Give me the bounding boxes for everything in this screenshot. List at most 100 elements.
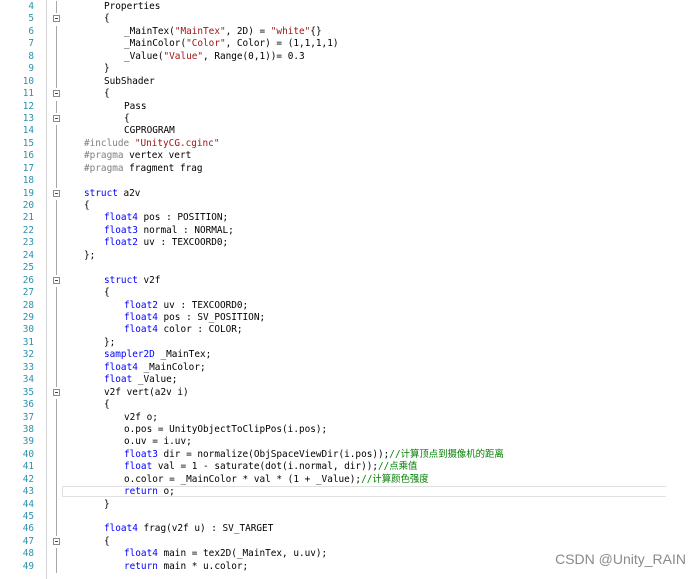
code-token: vertex vert bbox=[129, 150, 192, 162]
code-line[interactable]: 29 float4 pos : SV_POSITION; bbox=[0, 312, 668, 325]
code-token: //计算颜色强度 bbox=[361, 473, 429, 485]
code-token: float4 bbox=[104, 361, 144, 373]
code-line[interactable]: 41 float val = 1 - saturate(dot(i.normal,… bbox=[0, 461, 668, 474]
code-text: #include "UnityCG.cginc" bbox=[84, 138, 219, 150]
code-text: CGPROGRAM bbox=[124, 125, 175, 137]
code-line[interactable]: 26 struct v2f bbox=[0, 275, 668, 287]
code-line[interactable]: 45 bbox=[0, 511, 668, 524]
code-line[interactable]: 6 _MainTex("MainTex", 2D) = "white"{} bbox=[0, 25, 668, 39]
fold-guide bbox=[56, 137, 57, 151]
code-token: pos : POSITION; bbox=[143, 212, 229, 224]
code-line[interactable]: 18 bbox=[0, 175, 668, 188]
fold-guide bbox=[56, 25, 57, 39]
code-line[interactable]: 22 float3 normal : NORMAL; bbox=[0, 224, 668, 238]
line-number: 7 bbox=[28, 38, 34, 50]
code-line[interactable]: 14 CGPROGRAM bbox=[0, 125, 668, 138]
code-line[interactable]: 40 float3 dir = normalize(ObjSpaceViewDir… bbox=[0, 448, 668, 462]
fold-collapse-icon[interactable] bbox=[53, 276, 60, 284]
code-line[interactable]: 47 { bbox=[0, 536, 668, 548]
code-line[interactable]: 46 float4 frag(v2f u) : SV_TARGET bbox=[0, 523, 668, 536]
code-line[interactable]: 35 v2f vert(a2v i) bbox=[0, 387, 668, 399]
line-number: 33 bbox=[22, 361, 34, 373]
code-text: v2f vert(a2v i) bbox=[104, 387, 189, 399]
fold-collapse-icon[interactable] bbox=[53, 114, 60, 122]
code-text: { bbox=[84, 200, 90, 212]
fold-guide bbox=[56, 473, 57, 487]
code-line[interactable]: 16 #pragma vertex vert bbox=[0, 150, 668, 163]
code-line[interactable]: 21 float4 pos : POSITION; bbox=[0, 212, 668, 225]
code-line[interactable]: 4 Properties bbox=[0, 1, 668, 14]
fold-collapse-icon[interactable] bbox=[53, 537, 60, 545]
code-line[interactable]: 27 { bbox=[0, 287, 668, 300]
code-line[interactable]: 24}; bbox=[0, 249, 668, 263]
fold-collapse-icon[interactable] bbox=[53, 90, 60, 98]
fold-guide bbox=[56, 511, 57, 524]
code-text: _MainTex("MainTex", 2D) = "white"{} bbox=[124, 26, 322, 38]
code-text: { bbox=[104, 287, 110, 299]
code-line[interactable]: 20 { bbox=[0, 200, 668, 213]
code-line[interactable]: 33 float4 _MainColor; bbox=[0, 361, 668, 375]
code-line[interactable]: 38 o.pos = UnityObjectToClipPos(i.pos); bbox=[0, 423, 668, 437]
line-number: 35 bbox=[22, 386, 34, 398]
line-number: 36 bbox=[22, 399, 34, 411]
line-number: 43 bbox=[22, 486, 34, 498]
code-line[interactable]: 19 struct a2v bbox=[0, 188, 668, 200]
code-line[interactable]: 9} bbox=[0, 63, 668, 76]
code-line[interactable]: 12 Pass bbox=[0, 100, 668, 113]
code-line[interactable]: 36 { bbox=[0, 399, 668, 412]
fold-guide bbox=[56, 237, 57, 250]
code-line[interactable]: 10 SubShader bbox=[0, 75, 668, 89]
line-number: 18 bbox=[22, 175, 34, 187]
code-line[interactable]: 23 float2 uv : TEXCOORD0; bbox=[0, 237, 668, 250]
fold-guide bbox=[56, 175, 57, 188]
code-text: float _Value; bbox=[104, 374, 177, 386]
code-line[interactable]: 15 #include "UnityCG.cginc" bbox=[0, 137, 668, 151]
code-token: SubShader bbox=[104, 75, 155, 87]
code-token: frag(v2f u) : SV_TARGET bbox=[143, 523, 274, 535]
line-number: 25 bbox=[22, 262, 34, 274]
code-token: "white" bbox=[270, 25, 311, 37]
code-line[interactable]: 8 _Value("Value", Range(0,1))= 0.3 bbox=[0, 50, 668, 64]
fold-guide bbox=[56, 162, 57, 176]
code-line[interactable]: 28 float2 uv : TEXCOORD0; bbox=[0, 299, 668, 312]
code-token: "UnityCG.cginc" bbox=[134, 137, 220, 149]
code-line[interactable]: 17 #pragma fragment frag bbox=[0, 162, 668, 176]
code-text: Properties bbox=[104, 1, 160, 13]
code-token: uv : TEXCOORD0; bbox=[163, 299, 249, 311]
code-line[interactable]: 39 o.uv = i.uv; bbox=[0, 436, 668, 449]
line-number: 49 bbox=[22, 560, 34, 572]
code-line[interactable]: 7 _MainColor("Color", Color) = (1,1,1,1) bbox=[0, 38, 668, 51]
code-line[interactable]: 13 { bbox=[0, 113, 668, 125]
fold-guide bbox=[56, 361, 57, 375]
code-line[interactable]: 42 o.color = _MainColor * val * (1 + _Val… bbox=[0, 473, 668, 487]
code-line[interactable]: 31}; bbox=[0, 336, 668, 350]
code-token: _MainColor( bbox=[124, 38, 187, 50]
line-number: 5 bbox=[28, 13, 34, 25]
fold-collapse-icon[interactable] bbox=[53, 189, 60, 197]
code-token: fragment frag bbox=[129, 162, 203, 174]
code-line[interactable]: 30 float4 color : COLOR; bbox=[0, 324, 668, 337]
code-text: _Value("Value", Range(0,1))= 0.3 bbox=[124, 51, 305, 63]
code-line[interactable]: 32 sampler2D _MainTex; bbox=[0, 349, 668, 362]
code-line[interactable]: 44} bbox=[0, 498, 668, 512]
code-line[interactable]: 37 v2f o; bbox=[0, 411, 668, 424]
code-line[interactable]: 11 { bbox=[0, 88, 668, 100]
code-editor[interactable]: 4 Properties 5{6 _MainTex("MainTex", 2D) = … bbox=[0, 0, 698, 579]
code-line[interactable]: 25 bbox=[0, 262, 668, 275]
code-token: _Value( bbox=[124, 50, 164, 62]
code-text: float2 uv : TEXCOORD0; bbox=[104, 237, 228, 249]
code-token: //点乘值 bbox=[378, 461, 418, 473]
code-line[interactable]: 34 float _Value; bbox=[0, 374, 668, 387]
fold-guide bbox=[56, 224, 57, 238]
fold-guide bbox=[56, 212, 57, 225]
fold-collapse-icon[interactable] bbox=[53, 388, 60, 396]
code-token: _MainTex; bbox=[160, 349, 212, 361]
code-text: SubShader bbox=[104, 76, 155, 88]
code-line[interactable]: 5{ bbox=[0, 13, 668, 25]
code-token: color : COLOR; bbox=[163, 324, 243, 336]
fold-collapse-icon[interactable] bbox=[53, 15, 60, 23]
line-number: 16 bbox=[22, 150, 34, 162]
code-text: }; bbox=[84, 250, 95, 262]
code-text: return main * u.color; bbox=[124, 561, 248, 573]
code-text: o.uv = i.uv; bbox=[124, 436, 192, 448]
